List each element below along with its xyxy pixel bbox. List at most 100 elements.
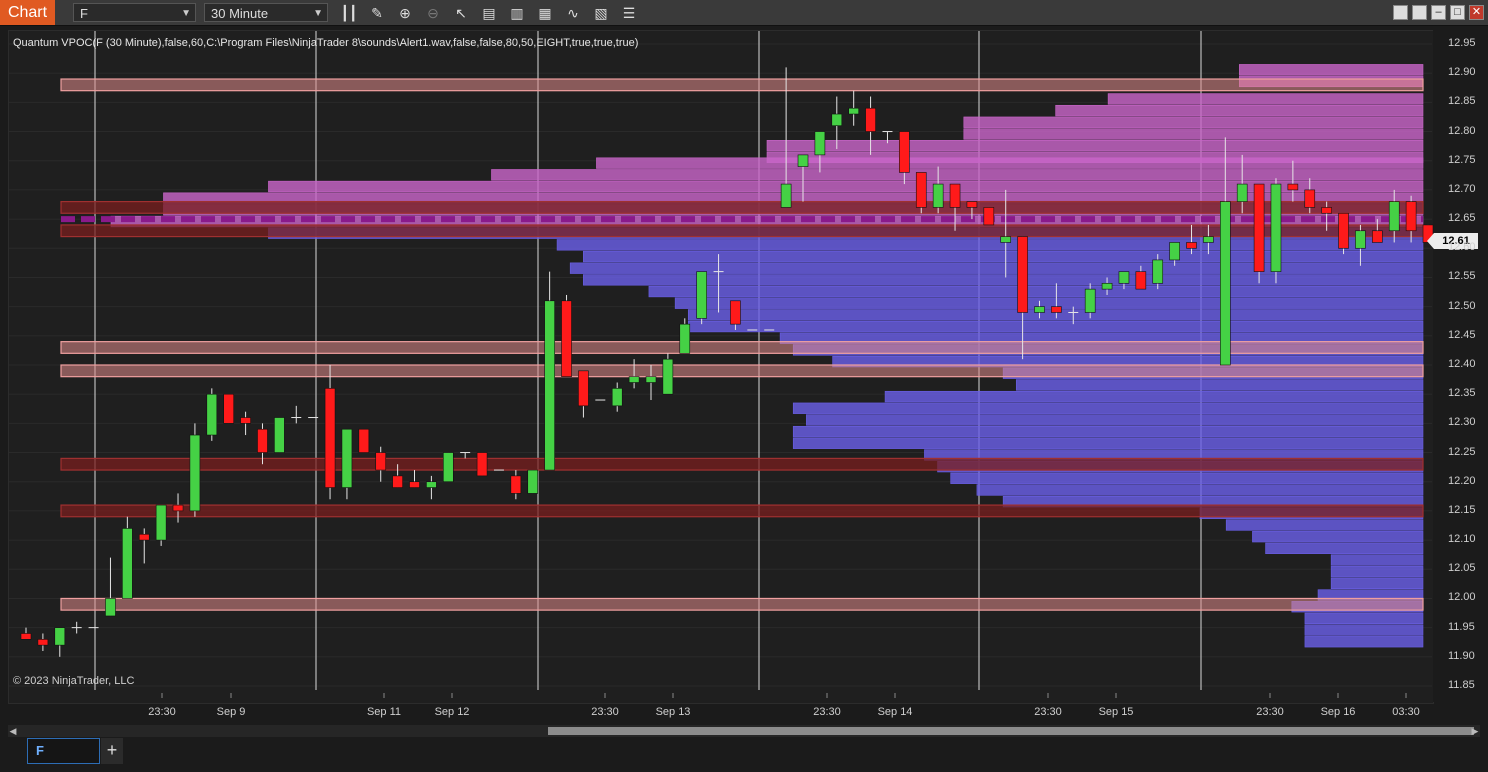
volume-profile-bar bbox=[1330, 566, 1424, 578]
price-tick-label: 12.75 bbox=[1448, 153, 1476, 166]
volume-profile-bar bbox=[1015, 379, 1424, 391]
candle-body bbox=[1270, 183, 1282, 272]
time-tick-label: 23:30 bbox=[591, 706, 619, 718]
price-tick-label: 12.05 bbox=[1448, 562, 1476, 575]
add-tab-icon[interactable]: + bbox=[101, 738, 123, 764]
volume-profile-bar bbox=[596, 157, 1424, 169]
price-tick-label: 11.90 bbox=[1448, 649, 1475, 662]
time-tick-label: 23:30 bbox=[1256, 706, 1284, 718]
candle-body bbox=[1017, 236, 1028, 313]
candle-body bbox=[442, 452, 454, 483]
scroll-right-icon[interactable]: ▶ bbox=[1470, 725, 1480, 737]
candle-body bbox=[138, 533, 150, 541]
candle-body bbox=[1101, 282, 1113, 290]
price-tick-label: 12.55 bbox=[1448, 270, 1476, 283]
volume-profile-bar bbox=[976, 484, 1424, 496]
candle-body bbox=[20, 633, 32, 640]
candle-body bbox=[966, 201, 978, 208]
indicator-label: Quantum VPOC(F (30 Minute),false,60,C:\P… bbox=[13, 37, 639, 49]
candle-body bbox=[1253, 183, 1265, 272]
volume-profile-bar bbox=[1239, 64, 1424, 76]
candle-body bbox=[375, 452, 387, 471]
time-tick-label: Sep 11 bbox=[366, 706, 402, 718]
price-tick-label: 12.90 bbox=[1448, 66, 1476, 79]
price-level-zone bbox=[60, 457, 1424, 471]
candle-body bbox=[223, 393, 234, 424]
candle-body bbox=[814, 131, 826, 156]
candle-body bbox=[848, 107, 859, 115]
candle-body bbox=[679, 323, 691, 354]
candle-body bbox=[932, 183, 944, 208]
candle-body bbox=[899, 131, 910, 173]
candle-body bbox=[1000, 236, 1012, 243]
candle-body bbox=[257, 428, 268, 453]
tab-instrument[interactable]: F bbox=[27, 738, 100, 764]
volume-profile-bar bbox=[583, 250, 1424, 263]
candle-body bbox=[54, 627, 66, 646]
candle-body bbox=[1203, 236, 1214, 243]
horizontal-scrollbar[interactable]: ◀ ▶ bbox=[8, 725, 1480, 737]
candle-body bbox=[1388, 201, 1400, 232]
candle-body bbox=[1372, 230, 1383, 243]
price-level-zone bbox=[60, 597, 1424, 611]
candle-body bbox=[831, 113, 843, 127]
candle-body bbox=[510, 475, 522, 494]
volume-profile-bar bbox=[792, 425, 1424, 438]
scroll-left-icon[interactable]: ◀ bbox=[8, 725, 18, 737]
volume-profile-bar bbox=[963, 116, 1424, 128]
candle-body bbox=[1338, 212, 1349, 249]
candle-body bbox=[1186, 242, 1197, 249]
time-tick-label: 23:30 bbox=[813, 706, 841, 718]
volume-profile-bar bbox=[884, 390, 1424, 403]
time-tick-label: 23:30 bbox=[1034, 706, 1062, 718]
candle-body bbox=[324, 388, 336, 488]
price-tick-label: 11.95 bbox=[1448, 620, 1475, 633]
candle-body bbox=[983, 207, 995, 226]
time-tick-label: Sep 9 bbox=[216, 706, 246, 718]
volume-profile-bar bbox=[1330, 554, 1424, 566]
candle-body bbox=[172, 504, 184, 512]
volume-profile-bar bbox=[491, 169, 1424, 181]
candle-body bbox=[1169, 242, 1180, 261]
volume-profile-bar bbox=[556, 239, 1424, 251]
candle-body bbox=[561, 300, 572, 377]
candle-body bbox=[645, 376, 657, 383]
volume-profile-bar bbox=[950, 472, 1424, 484]
volume-profile-bar bbox=[674, 297, 1424, 309]
volume-profile-bar bbox=[766, 140, 1424, 152]
volume-profile-bar bbox=[1252, 531, 1424, 543]
price-tick-label: 12.60 bbox=[1448, 241, 1476, 254]
price-tick-label: 12.35 bbox=[1448, 387, 1476, 400]
time-tick-label: Sep 13 bbox=[655, 706, 691, 718]
candle-body bbox=[1355, 230, 1366, 249]
price-tick-label: 12.30 bbox=[1448, 416, 1476, 429]
candle-body bbox=[1135, 271, 1147, 290]
candle-body bbox=[1236, 183, 1248, 202]
candle-body bbox=[122, 528, 133, 599]
volume-profile-bar bbox=[792, 437, 1424, 449]
candle-body bbox=[915, 172, 927, 208]
scroll-thumb[interactable] bbox=[548, 727, 1474, 735]
copyright-text: © 2023 NinjaTrader, LLC bbox=[13, 675, 135, 687]
candle-body bbox=[797, 154, 809, 167]
price-tick-label: 12.20 bbox=[1448, 474, 1476, 487]
time-tick-label: 03:30 bbox=[1392, 706, 1420, 718]
price-tick-label: 11.85 bbox=[1448, 679, 1475, 691]
tab-bar: F + bbox=[0, 738, 1488, 772]
price-level-zone bbox=[60, 224, 1424, 238]
volume-profile-bar bbox=[1304, 624, 1424, 636]
candle-body bbox=[1405, 201, 1417, 232]
price-level-zone bbox=[60, 504, 1424, 518]
candle-body bbox=[611, 388, 623, 407]
time-tick-label: 23:30 bbox=[148, 706, 176, 718]
candle-body bbox=[206, 393, 218, 436]
price-level-zone bbox=[60, 341, 1424, 354]
candle-body bbox=[240, 417, 251, 424]
candle-body bbox=[527, 469, 539, 494]
volume-profile-bar bbox=[687, 320, 1424, 333]
candle-body bbox=[409, 481, 420, 488]
price-tick-label: 12.25 bbox=[1448, 445, 1476, 458]
price-tick-label: 12.95 bbox=[1448, 37, 1476, 49]
candle-body bbox=[1220, 201, 1231, 366]
time-tick-label: Sep 16 bbox=[1320, 706, 1356, 718]
